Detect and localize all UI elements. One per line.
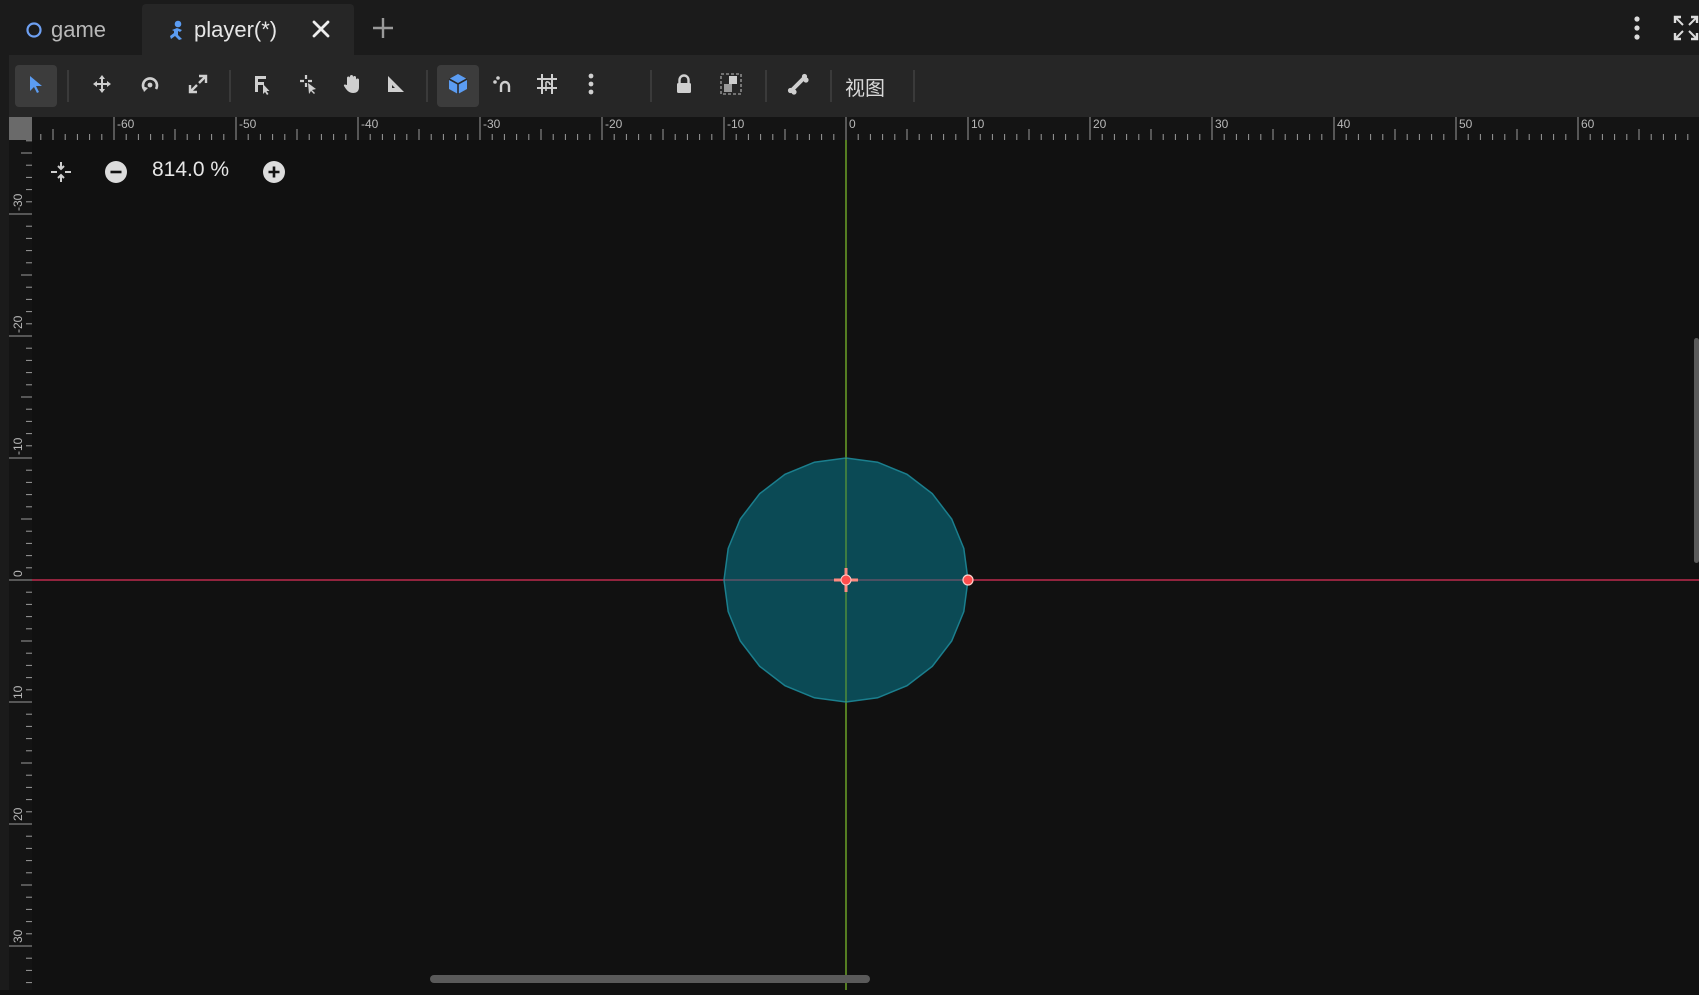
scene-tab-bar: game player(*) [0, 0, 1699, 55]
move-arrows-icon [91, 73, 113, 100]
ruler-label: -20 [605, 117, 623, 131]
vertical-scrollbar[interactable] [1694, 338, 1699, 563]
selectable-nodes-button[interactable] [242, 65, 284, 107]
bone-button[interactable] [777, 65, 819, 107]
scale-icon [187, 73, 209, 100]
ruler-label: -10 [727, 117, 745, 131]
ruler-label: 20 [11, 807, 25, 821]
view-menu-button[interactable]: 视图 [845, 72, 885, 101]
horizontal-ruler[interactable]: -60 -50 -40 -30 -20 -10 0 10 20 30 40 50 60 [32, 117, 1699, 140]
ruler-label: 0 [11, 570, 25, 577]
lock-button[interactable] [663, 65, 705, 107]
plus-icon[interactable] [370, 15, 396, 41]
ruler-label: -50 [239, 117, 257, 131]
cursor-arrow-icon [25, 73, 47, 100]
horizontal-scrollbar[interactable] [430, 975, 870, 983]
kebab-menu-icon[interactable] [1630, 14, 1644, 42]
dock-edge [0, 55, 9, 990]
toolbar-separator [67, 70, 69, 102]
vertical-ruler[interactable]: -30 -20 -10 0 10 20 30 [9, 140, 32, 990]
grid-snap-button[interactable] [526, 65, 568, 107]
list-select-icon [252, 73, 274, 100]
group-icon [719, 72, 743, 101]
canvas-toolbar: 视图 [9, 55, 1699, 117]
tab-label: player(*) [194, 16, 278, 42]
toolbar-separator [426, 70, 428, 102]
zoom-reset-icon[interactable] [49, 160, 73, 184]
close-icon[interactable] [310, 18, 332, 40]
set-square-icon [385, 73, 407, 100]
ruler-label: -60 [117, 117, 135, 131]
toolbar-separator [765, 70, 767, 102]
snap-options-button[interactable] [570, 65, 612, 107]
smart-snap-button[interactable] [437, 65, 479, 107]
toolbar-separator [830, 70, 832, 102]
grid-icon [535, 72, 559, 101]
group-button[interactable] [710, 65, 752, 107]
pan-mode-button[interactable] [331, 65, 373, 107]
ruler-label: -30 [11, 193, 25, 211]
zoom-in-icon[interactable] [262, 160, 286, 184]
ruler-label: 60 [1581, 117, 1595, 131]
zoom-out-icon[interactable] [104, 160, 128, 184]
viewport-canvas [32, 140, 1699, 990]
ruler-label: -20 [11, 315, 25, 333]
ruler-label: 10 [11, 685, 25, 699]
ruler-ticks: -60 -50 -40 -30 -20 -10 0 10 20 30 40 50 60 [40, 117, 1689, 140]
lock-icon [673, 73, 695, 100]
pivot-icon [298, 73, 320, 100]
ruler-mode-button[interactable] [375, 65, 417, 107]
tab-game[interactable]: game [25, 4, 106, 55]
scale-mode-button[interactable] [177, 65, 219, 107]
snap-to-points-button[interactable] [481, 65, 523, 107]
select-mode-button[interactable] [15, 65, 57, 107]
radius-handle[interactable] [962, 574, 974, 586]
toolbar-separator [229, 70, 231, 102]
ruler-corner [9, 117, 32, 140]
character-body-icon [166, 19, 188, 41]
bone-icon [786, 72, 810, 101]
move-mode-button[interactable] [81, 65, 123, 107]
distraction-free-icon[interactable] [1673, 14, 1699, 42]
toolbar-separator [650, 70, 652, 102]
ruler-label: 20 [1093, 117, 1107, 131]
hand-icon [341, 73, 363, 100]
circle-node-icon [25, 21, 43, 39]
rotate-icon [139, 73, 161, 100]
rotate-mode-button[interactable] [129, 65, 171, 107]
toolbar-separator [913, 70, 915, 102]
zoom-level[interactable]: 814.0 % [152, 158, 229, 182]
ruler-label: 10 [971, 117, 985, 131]
ruler-label: -30 [483, 117, 501, 131]
snap-cube-icon [446, 72, 470, 101]
snap-points-icon [491, 73, 513, 100]
tab-label: game [51, 16, 107, 42]
ruler-label: 50 [1459, 117, 1473, 131]
ruler-label: -10 [11, 437, 25, 455]
tab-player[interactable]: player(*) [142, 4, 354, 55]
ruler-label: -40 [361, 117, 379, 131]
ruler-ticks: -30 -20 -10 0 10 20 30 [9, 140, 32, 984]
canvas-viewport[interactable] [32, 140, 1699, 990]
kebab-menu-icon [586, 72, 596, 101]
ruler-label: 0 [849, 117, 856, 131]
ruler-label: 30 [1215, 117, 1229, 131]
ruler-label: 30 [11, 929, 25, 943]
ruler-label: 40 [1337, 117, 1351, 131]
pivot-mode-button[interactable] [288, 65, 330, 107]
